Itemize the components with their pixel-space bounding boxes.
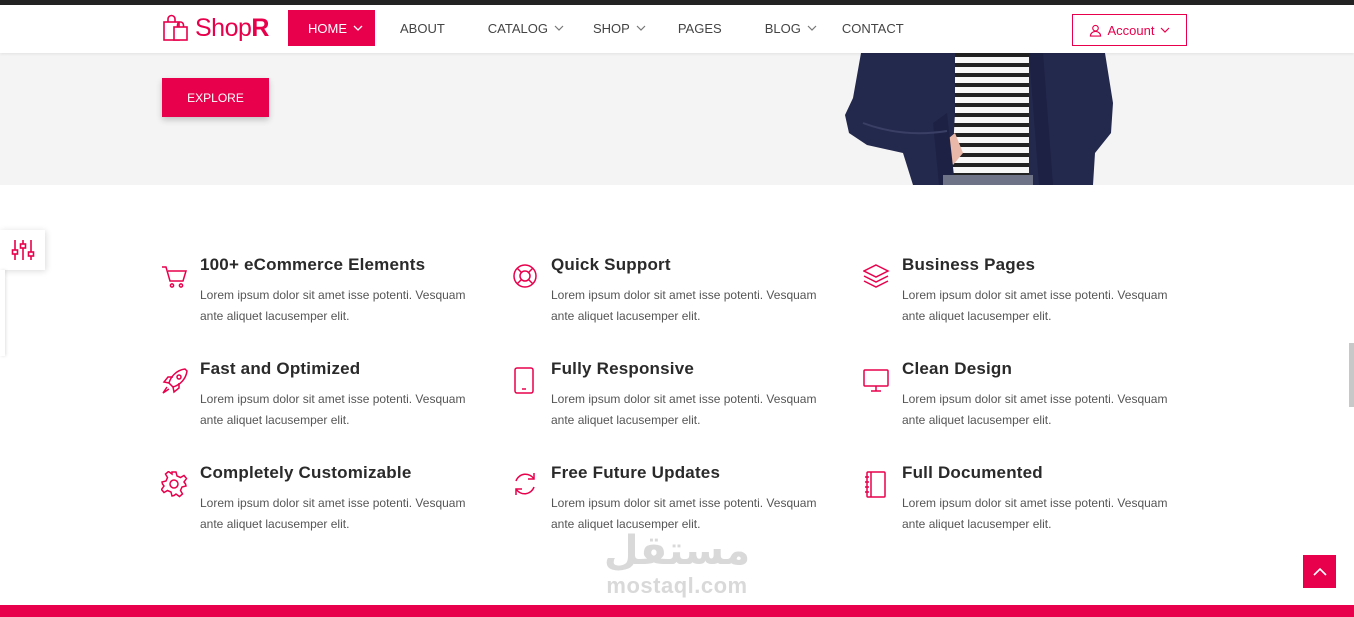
settings-panel-toggle[interactable] — [0, 230, 45, 270]
explore-button[interactable]: EXPLORE — [162, 78, 269, 117]
feature-title: Clean Design — [902, 359, 1013, 378]
feature-title: Quick Support — [551, 255, 671, 274]
feature-title: 100+ eCommerce Elements — [200, 255, 426, 274]
feature-item: Completely Customizable Lorem ipsum dolo… — [161, 463, 481, 551]
main-navbar: ShopR HOME ABOUT CATALOG SHOP PAGES BLOG… — [0, 5, 1354, 53]
feature-item: Quick Support Lorem ipsum dolor sit amet… — [512, 255, 832, 343]
nav-item-label: SHOP — [593, 20, 630, 36]
feature-title: Completely Customizable — [200, 463, 412, 482]
watermark-latin: mostaql.com — [606, 573, 748, 598]
lifebuoy-icon — [513, 264, 537, 288]
nav-item-label: CATALOG — [487, 20, 548, 36]
nav-item-label: PAGES — [677, 20, 722, 36]
feature-title: Business Pages — [902, 255, 1036, 274]
feature-item: Business Pages Lorem ipsum dolor sit ame… — [863, 255, 1183, 343]
nav-item-blog[interactable]: BLOG — [765, 10, 817, 46]
layers-icon — [863, 264, 890, 288]
nav-item-shop[interactable]: SHOP — [593, 10, 646, 46]
nav-item-home[interactable]: HOME — [288, 10, 375, 46]
cart-icon — [162, 266, 188, 288]
nav-item-label: CONTACT — [841, 20, 904, 36]
account-button[interactable]: Account — [1072, 14, 1187, 46]
account-label: Account — [1107, 22, 1155, 38]
tablet-icon — [514, 367, 534, 394]
chevron-down-icon — [636, 25, 646, 31]
model-photo — [845, 53, 1113, 185]
feature-description: Lorem ipsum dolor sit amet isse potenti.… — [200, 392, 466, 427]
feature-description: Lorem ipsum dolor sit amet isse potenti.… — [551, 288, 817, 323]
feature-title: Fully Responsive — [551, 359, 695, 378]
feature-description: Lorem ipsum dolor sit amet isse potenti.… — [551, 392, 817, 427]
chevron-up-icon — [1312, 567, 1327, 576]
footer-accent-bar — [0, 605, 1354, 617]
main-menu: HOME ABOUT CATALOG SHOP PAGES BLOG CONTA… — [288, 10, 904, 46]
feature-item: Fast and Optimized Lorem ipsum dolor sit… — [161, 359, 481, 447]
feature-description: Lorem ipsum dolor sit amet isse potenti.… — [902, 288, 1168, 323]
chevron-down-icon — [1161, 27, 1170, 33]
gear-icon — [161, 471, 188, 498]
refresh-icon — [515, 473, 535, 495]
brand-logo[interactable]: ShopR — [161, 12, 269, 44]
scroll-to-top-button[interactable] — [1303, 555, 1336, 588]
nav-item-label: ABOUT — [400, 20, 445, 36]
feature-title: Free Future Updates — [551, 463, 721, 482]
feature-title: Full Documented — [902, 463, 1043, 482]
hero-banner: EXPLORE — [0, 53, 1354, 185]
feature-title: Fast and Optimized — [200, 359, 361, 378]
page-scrollbar[interactable] — [1349, 343, 1354, 407]
nav-item-contact[interactable]: CONTACT — [842, 10, 904, 46]
feature-description: Lorem ipsum dolor sit amet isse potenti.… — [902, 392, 1168, 427]
feature-description: Lorem ipsum dolor sit amet isse potenti.… — [200, 288, 466, 323]
chevron-down-icon — [353, 25, 363, 31]
rocket-icon — [162, 368, 188, 394]
brand-name: ShopR — [195, 13, 269, 42]
nav-item-label: BLOG — [764, 20, 801, 36]
feature-item: 100+ eCommerce Elements Lorem ipsum dolo… — [161, 255, 481, 343]
user-icon — [1089, 24, 1101, 37]
chevron-down-icon — [807, 25, 817, 31]
feature-item: Full Documented Lorem ipsum dolor sit am… — [863, 463, 1183, 551]
notebook-icon — [865, 471, 886, 498]
feature-description: Lorem ipsum dolor sit amet isse potenti.… — [902, 496, 1168, 531]
shopping-bags-icon — [163, 14, 188, 41]
nav-item-catalog[interactable]: CATALOG — [488, 10, 564, 46]
feature-item: Clean Design Lorem ipsum dolor sit amet … — [863, 359, 1183, 447]
nav-item-label: HOME — [308, 20, 347, 36]
feature-item: Fully Responsive Lorem ipsum dolor sit a… — [512, 359, 832, 447]
sliders-icon — [11, 240, 34, 260]
watermark: مستقل mostaql.com — [592, 528, 762, 608]
nav-item-about[interactable]: ABOUT — [400, 10, 445, 46]
settings-panel-edge — [0, 270, 5, 356]
chevron-down-icon — [554, 25, 564, 31]
watermark-arabic: مستقل — [603, 528, 751, 574]
nav-item-pages[interactable]: PAGES — [678, 10, 722, 46]
monitor-icon — [863, 369, 889, 392]
feature-description: Lorem ipsum dolor sit amet isse potenti.… — [200, 496, 466, 531]
